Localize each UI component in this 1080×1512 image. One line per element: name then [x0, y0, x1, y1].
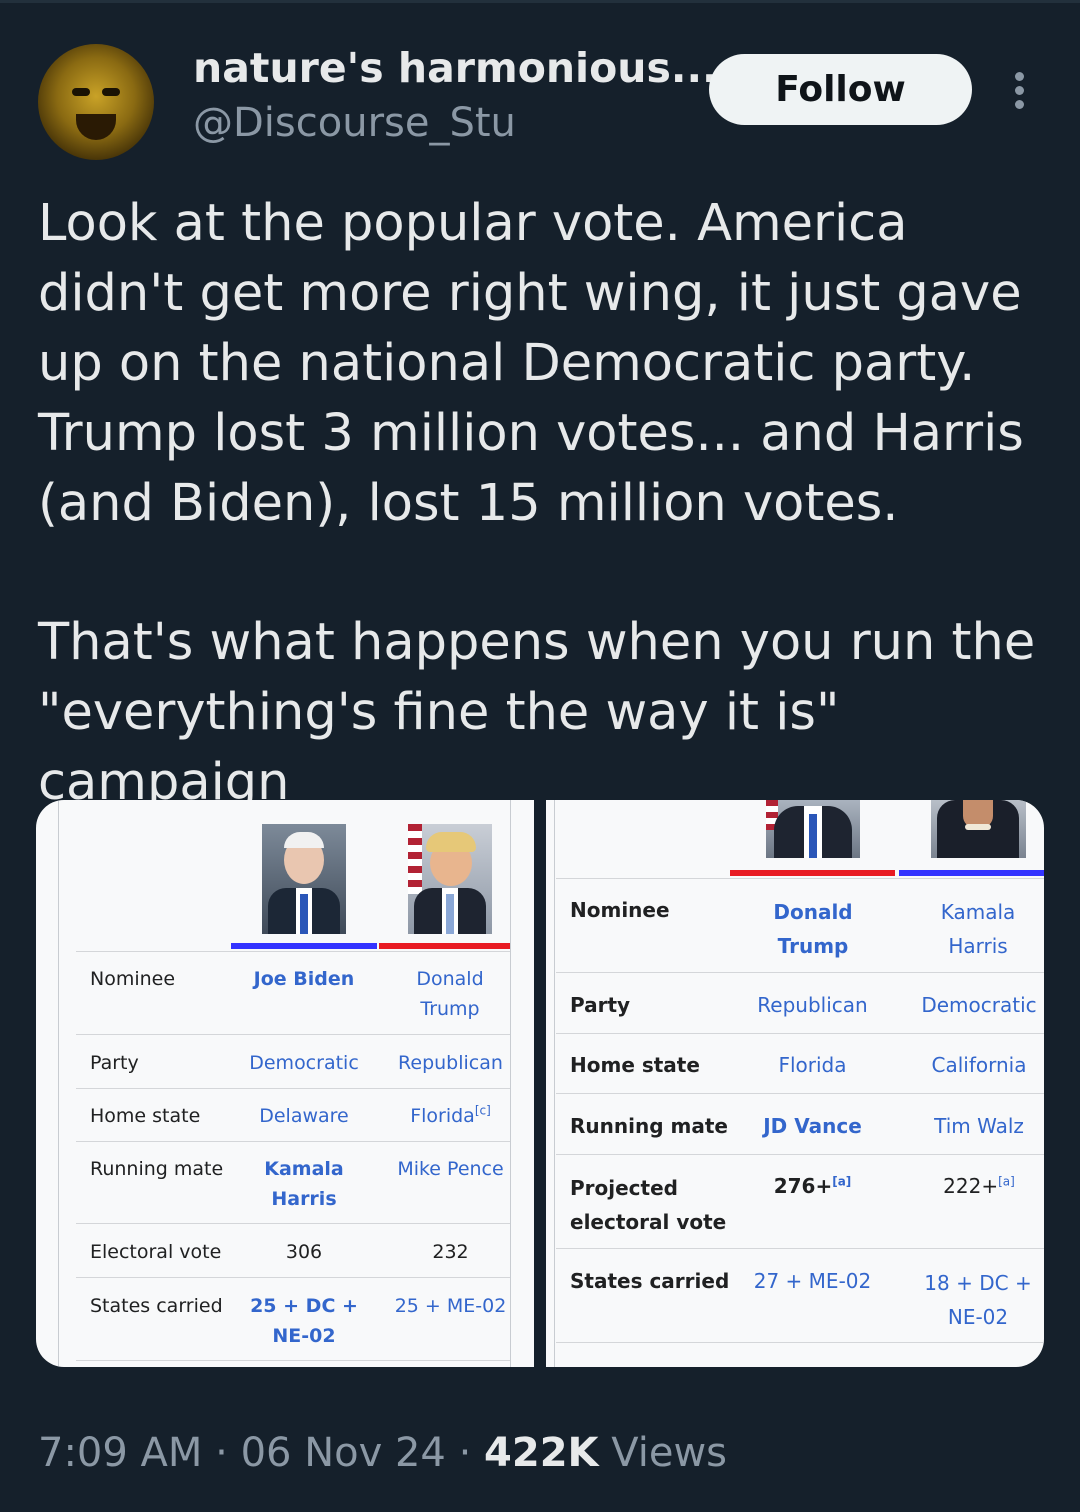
tweet-date[interactable]: 06 Nov 24	[241, 1430, 446, 1476]
electoral-vote-biden: 306	[285, 1241, 323, 1263]
row-divider	[76, 1141, 510, 1142]
row-divider	[76, 1277, 510, 1278]
table-border	[58, 800, 59, 1367]
party-democratic-link[interactable]: Democratic	[231, 1048, 377, 1078]
candidate-photo-biden	[262, 824, 346, 934]
row-divider	[76, 1360, 510, 1361]
separator-dot: ·	[458, 1430, 472, 1476]
row-label-party: Party	[90, 1052, 139, 1074]
avatar[interactable]	[38, 44, 154, 160]
row-label-home-state: Home state	[90, 1105, 201, 1127]
party-democratic-link[interactable]: Democratic	[899, 990, 1044, 1020]
row-divider	[556, 1342, 1044, 1343]
candidate-photo-trump	[766, 800, 860, 858]
row-label-nominee: Nominee	[570, 898, 670, 922]
table-border	[510, 800, 511, 1367]
row-divider	[556, 878, 1044, 879]
avatar-eye	[72, 88, 90, 96]
party-color-bar-republican	[730, 870, 895, 876]
states-carried-biden[interactable]: 25 + DC + NE-02	[250, 1291, 358, 1351]
footnote-a[interactable]: [a]	[832, 1174, 851, 1188]
row-divider	[556, 1154, 1044, 1155]
author-display-name[interactable]: nature's harmonious...	[193, 44, 718, 92]
table-border	[554, 800, 555, 1367]
row-label-projected-electoral-vote: Projected electoral vote	[570, 1176, 727, 1234]
row-divider	[556, 1093, 1044, 1094]
row-divider	[556, 1033, 1044, 1034]
home-state-california-link[interactable]: California	[899, 1050, 1044, 1080]
row-label-states-carried: States carried	[90, 1295, 223, 1317]
row-divider	[556, 1248, 1044, 1249]
separator-dot: ·	[215, 1430, 228, 1476]
running-mate-walz-link[interactable]: Tim Walz	[899, 1111, 1044, 1141]
row-label-home-state: Home state	[570, 1053, 700, 1077]
home-state-delaware-link[interactable]: Delaware	[231, 1101, 377, 1131]
home-state-florida-link[interactable]: Florida	[410, 1105, 475, 1127]
nominee-trump-link[interactable]: Donald Trump	[391, 964, 509, 1024]
party-republican-link[interactable]: Republican	[730, 990, 895, 1020]
avatar-mouth	[76, 114, 116, 140]
candidate-photo-trump	[408, 824, 492, 934]
avatar-eye	[102, 88, 120, 96]
party-republican-link[interactable]: Republican	[379, 1048, 522, 1078]
projected-ev-trump: 276+	[773, 1174, 833, 1198]
row-divider	[76, 951, 510, 952]
running-mate-vance-link[interactable]: JD Vance	[730, 1111, 895, 1141]
projected-ev-harris-cell: 222+[a]	[899, 1171, 1044, 1201]
media-image-2024-results[interactable]: Nominee Donald Trump Kamala Harris Party…	[546, 800, 1044, 1367]
party-color-bar-democratic	[899, 870, 1044, 876]
author-handle[interactable]: @Discourse_Stu	[193, 100, 516, 146]
footnote-a[interactable]: [a]	[998, 1174, 1015, 1188]
row-label-running-mate: Running mate	[570, 1114, 728, 1138]
party-color-bar-republican	[379, 943, 510, 949]
row-label-party: Party	[570, 993, 631, 1017]
views-label: Views	[611, 1430, 728, 1476]
home-state-florida-cell: Florida[c]	[379, 1101, 522, 1131]
row-divider	[76, 1034, 510, 1035]
tweet-timestamp: 7:09 AM · 06 Nov 24 · 422K Views	[38, 1430, 727, 1476]
candidate-photo-harris	[931, 800, 1026, 858]
row-label-electoral-vote: Electoral vote	[90, 1241, 222, 1263]
running-mate-pence-link[interactable]: Mike Pence	[379, 1154, 522, 1184]
tweet-text-paragraph-1: Look at the popular vote. America didn't…	[38, 194, 1024, 533]
home-state-florida-link[interactable]: Florida	[730, 1050, 895, 1080]
states-carried-trump[interactable]: 25 + ME-02	[379, 1291, 522, 1321]
follow-button[interactable]: Follow	[709, 54, 972, 125]
footnote-c[interactable]: [c]	[475, 1104, 491, 1118]
row-label-nominee: Nominee	[90, 968, 176, 990]
views-count: 422K	[484, 1430, 599, 1476]
states-carried-harris[interactable]: 18 + DC + NE-02	[924, 1266, 1032, 1334]
row-label-states-carried: States carried	[570, 1269, 730, 1293]
media-image-2020-results[interactable]: Nominee Joe Biden Donald Trump Party Dem…	[36, 800, 534, 1367]
more-options-icon[interactable]	[1004, 70, 1036, 110]
row-label-running-mate: Running mate	[90, 1158, 224, 1180]
states-carried-trump[interactable]: 27 + ME-02	[730, 1266, 895, 1296]
tweet-time[interactable]: 7:09 AM	[38, 1430, 202, 1476]
nominee-trump-link[interactable]: Donald Trump	[760, 895, 866, 963]
row-divider	[76, 1223, 510, 1224]
row-divider	[76, 1088, 510, 1089]
nominee-harris-link[interactable]: Kamala Harris	[924, 895, 1032, 963]
electoral-vote-trump: 232	[432, 1241, 469, 1263]
row-divider	[556, 972, 1044, 973]
projected-ev-trump-cell: 276+[a]	[730, 1171, 895, 1201]
tweet-text-paragraph-2: That's what happens when you run the "ev…	[38, 613, 1036, 812]
party-color-bar-democratic	[231, 943, 377, 949]
top-divider	[0, 0, 1080, 3]
nominee-biden-link[interactable]: Joe Biden	[231, 964, 377, 994]
running-mate-harris-link[interactable]: Kamala Harris	[261, 1154, 347, 1214]
projected-ev-harris: 222+	[943, 1174, 999, 1198]
